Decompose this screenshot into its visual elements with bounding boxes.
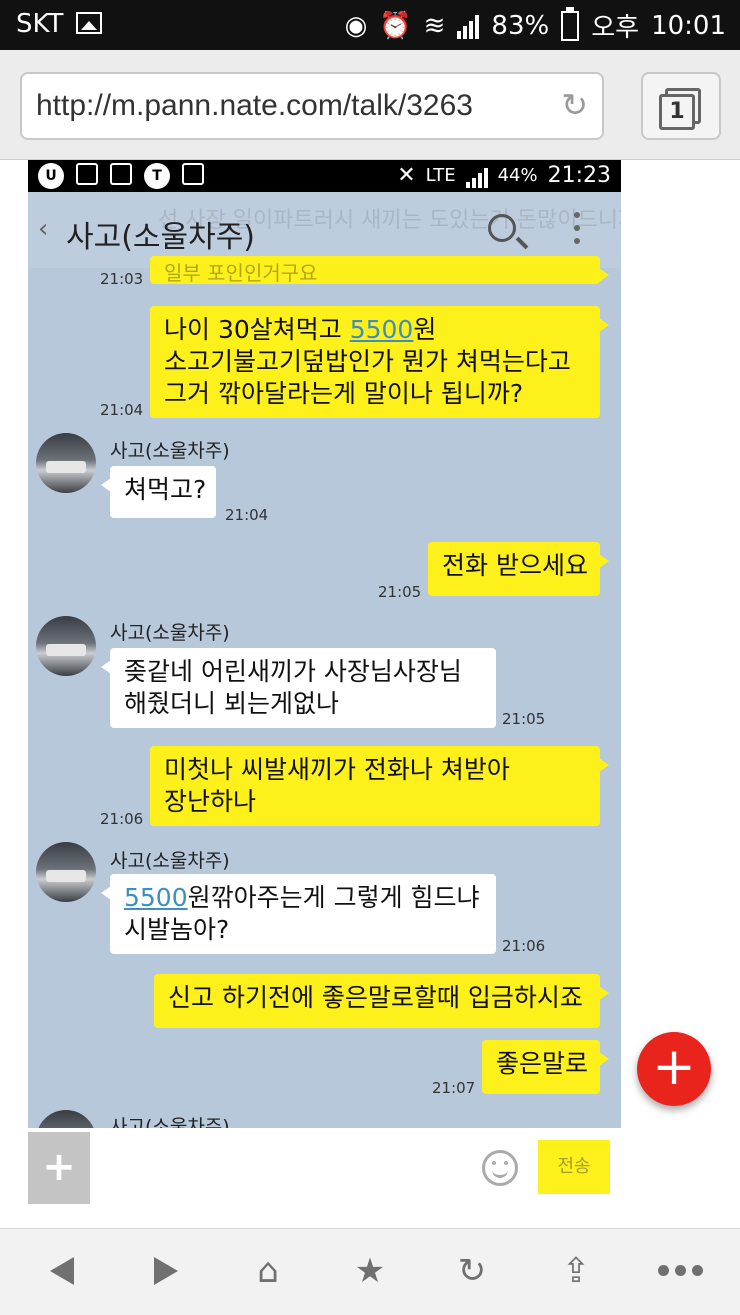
- mute-icon: ✕: [397, 162, 416, 188]
- search-icon[interactable]: [488, 214, 516, 242]
- wifi-icon: ≋: [423, 10, 446, 41]
- battery-charging-icon: [561, 6, 580, 41]
- url-text: http://m.pann.nate.com/talk/3263: [36, 89, 473, 122]
- status-bar: SKT ◉ ⏰ ≋ 83% 오후 10:01: [0, 0, 740, 50]
- message-time: 21:04: [100, 401, 144, 419]
- chat-screenshot: U T ✕ LTE 44% 21:23 선 사장 일이파트러시 새끼는 도있는거…: [28, 160, 621, 1224]
- tabs-count: 1: [659, 94, 695, 130]
- inner-status-icons: U T: [38, 163, 204, 189]
- home-icon[interactable]: ⌂: [248, 1251, 288, 1291]
- inner-signal-icon: [465, 162, 488, 188]
- more-icon[interactable]: [654, 1251, 706, 1291]
- message-text: 해줬더니 뵈는게없나: [124, 689, 339, 718]
- inner-status-right: ✕ LTE 44% 21:23: [397, 162, 611, 188]
- message-time: 21:07: [432, 1079, 476, 1097]
- sender-name: 사고(소울차주): [110, 622, 230, 644]
- send-button[interactable]: 전송: [538, 1140, 610, 1194]
- reload-icon[interactable]: ↻: [561, 86, 588, 124]
- inner-battery-percent: 44%: [497, 164, 538, 186]
- message-bubble-other: 쳐먹고?: [101, 466, 216, 518]
- chat-input-bar: + 전송: [28, 1128, 621, 1224]
- add-fab-button[interactable]: +: [637, 1032, 711, 1106]
- message-bubble-mine: 좋은말로: [482, 1040, 609, 1094]
- emoji-icon[interactable]: [482, 1150, 518, 1186]
- message-text: 원: [413, 315, 437, 344]
- alarm-icon: ⏰: [379, 10, 412, 41]
- clock: 10:01: [651, 10, 726, 41]
- message-text: 좋은말로: [496, 1049, 589, 1078]
- message-bubble-other: 5500원깎아주는게 그렇게 힘드냐 시발놈아?: [101, 874, 496, 954]
- phone-number-link[interactable]: 5500: [124, 883, 188, 912]
- inner-clock: 21:23: [547, 162, 611, 188]
- message-text: 나이 30살쳐먹고: [164, 315, 350, 344]
- share-icon[interactable]: ⇪: [556, 1251, 596, 1291]
- message-time: 21:03: [100, 270, 144, 288]
- message-time: 21:04: [225, 506, 269, 524]
- message-text: 전화 받으세요: [442, 551, 588, 580]
- forward-icon[interactable]: [146, 1251, 186, 1291]
- message-bubble-mine: 미첫나 씨발새끼가 전화나 쳐받아 장난하나: [150, 746, 609, 826]
- message-bubble-mine: 신고 하기전에 좋은말로할때 입금하시죠: [154, 974, 609, 1028]
- more-vert-icon[interactable]: [574, 212, 580, 244]
- message-text: 그거 깎아달라는게 말이나 됩니까?: [164, 379, 524, 408]
- avatar[interactable]: [36, 842, 96, 902]
- back-chevron-icon[interactable]: ‹: [38, 214, 48, 244]
- message-bubble-other: 좆같네 어린새끼가 사장님사장님 해줬더니 뵈는게없나: [101, 648, 496, 728]
- eye-icon: ◉: [344, 10, 368, 41]
- message-text: 쳐먹고?: [124, 475, 207, 504]
- message-text: 소고기불고기덮밥인가 뭔가 쳐먹는다고: [164, 347, 571, 376]
- chat-title: 사고(소울차주): [66, 220, 256, 255]
- carrier-label: SKT: [16, 9, 64, 39]
- url-field[interactable]: http://m.pann.nate.com/talk/3263 ↻: [20, 72, 604, 140]
- status-right: ◉ ⏰ ≋ 83% 오후 10:01: [344, 6, 726, 44]
- tabs-button[interactable]: 1: [641, 72, 721, 140]
- star-icon[interactable]: ★: [350, 1251, 390, 1291]
- message-bubble-partial: 일부 포인인거구요: [150, 256, 609, 285]
- clipboard-icon: [182, 163, 204, 185]
- sender-name: 사고(소울차주): [110, 850, 230, 872]
- refresh-icon[interactable]: ↻: [452, 1251, 492, 1291]
- message-text: 장난하나: [164, 787, 257, 816]
- message-text: 미첫나 씨발새끼가 전화나 쳐받아: [164, 755, 510, 784]
- message-time: 21:06: [100, 810, 144, 828]
- battery-percent: 83%: [491, 10, 550, 41]
- lte-label: LTE: [425, 164, 456, 186]
- gallery-icon: [110, 163, 132, 185]
- message-bubble-mine: 전화 받으세요: [428, 542, 609, 596]
- message-time: 21:05: [502, 710, 546, 728]
- message-bubble-mine: 나이 30살쳐먹고 5500원 소고기불고기덮밥인가 뭔가 쳐먹는다고 그거 깎…: [150, 306, 609, 418]
- message-text: 신고 하기전에 좋은말로할때 입금하시죠: [168, 983, 583, 1012]
- attach-plus-button[interactable]: +: [28, 1132, 90, 1204]
- message-time: 21:05: [378, 583, 422, 601]
- signal-icon: [457, 13, 480, 39]
- ampm-label: 오후: [591, 13, 640, 43]
- avatar[interactable]: [36, 433, 96, 493]
- back-icon[interactable]: [42, 1251, 82, 1291]
- inner-status-bar: U T ✕ LTE 44% 21:23: [28, 160, 621, 192]
- u-plus-icon: U: [38, 163, 64, 189]
- message-text: 시발놈아?: [124, 915, 230, 944]
- phone-icon: [76, 163, 98, 185]
- message-time: 21:06: [502, 937, 546, 955]
- image-notification-icon: [76, 12, 102, 34]
- bottom-nav: ⌂ ★ ↻ ⇪: [0, 1228, 740, 1315]
- message-text: 원깎아주는게 그렇게 힘드냐: [187, 883, 480, 912]
- talk-icon: T: [144, 163, 170, 189]
- avatar[interactable]: [36, 616, 96, 676]
- partial-text: 일부 포인인거구요: [164, 261, 318, 285]
- message-text: 좆같네 어린새끼가 사장님사장님: [124, 657, 462, 686]
- sender-name: 사고(소울차주): [110, 440, 230, 462]
- browser-toolbar: http://m.pann.nate.com/talk/3263 ↻ 1: [0, 50, 740, 160]
- phone-number-link[interactable]: 5500: [350, 315, 414, 344]
